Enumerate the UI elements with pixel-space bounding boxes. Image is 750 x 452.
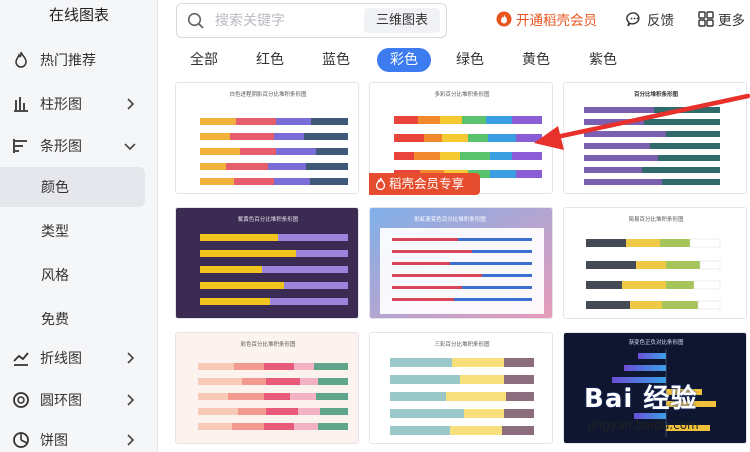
- template-card[interactable]: 紫黄色百分比堆积条形图: [175, 207, 359, 319]
- card-title: 白色进程阴影百分比堆积条形图: [229, 90, 307, 98]
- template-card[interactable]: 三彩百分比堆积条形图: [369, 332, 553, 444]
- search-box[interactable]: 三维图表: [176, 3, 447, 38]
- card-title: 彩色百分比堆积条形图: [240, 340, 296, 348]
- sidebar-item-bar[interactable]: 条形图: [0, 126, 158, 166]
- watermark-url: jingyan.baidu.com: [588, 418, 699, 432]
- baidu-watermark: Bai 经验 jingyan.baidu.com: [572, 372, 750, 452]
- search-tag-3d[interactable]: 三维图表: [363, 8, 440, 33]
- feedback-button[interactable]: 反馈: [626, 9, 674, 29]
- tab-all[interactable]: 全部: [178, 48, 230, 72]
- sidebar-item-label: 条形图: [40, 139, 82, 155]
- vip-label: 开通稻壳会员: [516, 13, 597, 29]
- card-title: 渐变色正负对比条形图: [628, 338, 684, 346]
- tab-purple[interactable]: 紫色: [577, 48, 629, 72]
- donut-icon: [10, 389, 32, 411]
- line-chart-icon: [10, 347, 32, 369]
- sidebar-item-label: 热门推荐: [40, 53, 96, 69]
- fire-badge-icon: [496, 11, 512, 27]
- badge-label: 稻壳会员专享: [389, 176, 465, 191]
- sidebar-item-label: 柱形图: [40, 97, 82, 113]
- template-card[interactable]: 白色进程阴影百分比堆积条形图: [175, 82, 359, 194]
- sidebar-item-donut[interactable]: 圆环图: [0, 380, 158, 420]
- bar-chart-icon: [10, 93, 32, 115]
- sidebar-sub-free[interactable]: 免费: [0, 299, 145, 339]
- search-icon: [187, 12, 204, 29]
- sidebar-item-label: 饼图: [40, 433, 68, 449]
- vip-exclusive-badge: 稻壳会员专享: [369, 173, 480, 195]
- chat-bubble-icon: [626, 11, 643, 28]
- template-card[interactable]: 百分比堆积条形图: [563, 82, 747, 194]
- card-title: 彩虹渐变色百分比堆积条形图: [414, 215, 486, 223]
- feedback-label: 反馈: [647, 13, 674, 29]
- tab-red[interactable]: 红色: [244, 48, 296, 72]
- chevron-right-icon: [127, 394, 135, 406]
- sidebar-item-hot[interactable]: 热门推荐: [0, 40, 158, 80]
- sidebar-item-label: 圆环图: [40, 393, 82, 409]
- grid-icon: [698, 11, 714, 27]
- card-title: 简易百分比堆积条形图: [628, 215, 684, 223]
- more-button[interactable]: 更多: [698, 9, 745, 29]
- horizontal-bar-icon: [10, 135, 32, 157]
- tab-yellow[interactable]: 黄色: [510, 48, 562, 72]
- card-title: 多彩百分比堆积条形图: [434, 90, 490, 98]
- template-card[interactable]: 彩虹渐变色百分比堆积条形图: [369, 207, 553, 319]
- flame-icon: [375, 177, 386, 191]
- sidebar-item-line[interactable]: 折线图: [0, 338, 158, 378]
- search-input[interactable]: [215, 11, 355, 31]
- tab-blue[interactable]: 蓝色: [310, 48, 362, 72]
- sidebar: 在线图表 热门推荐 柱形图 条形图 颜色 类型 风格 免费 折线图 圆环图 饼图: [0, 0, 158, 452]
- watermark-logo: Bai 经验: [584, 384, 698, 414]
- tab-green[interactable]: 绿色: [444, 48, 496, 72]
- fire-icon: [10, 49, 32, 71]
- template-card[interactable]: 彩色百分比堆积条形图: [175, 332, 359, 444]
- sidebar-sub-type[interactable]: 类型: [0, 211, 145, 251]
- chevron-right-icon: [127, 352, 135, 364]
- sidebar-title: 在线图表: [48, 6, 109, 24]
- chevron-right-icon: [127, 98, 135, 110]
- card-title: 三彩百分比堆积条形图: [434, 340, 490, 348]
- sidebar-item-label: 折线图: [40, 351, 82, 367]
- pie-icon: [10, 429, 32, 451]
- template-card[interactable]: 简易百分比堆积条形图: [563, 207, 747, 319]
- sidebar-sub-color[interactable]: 颜色: [0, 167, 145, 207]
- tab-multicolor[interactable]: 彩色: [377, 48, 431, 72]
- card-title: 紫黄色百分比堆积条形图: [238, 215, 299, 223]
- chevron-right-icon: [127, 434, 135, 446]
- sidebar-item-pie[interactable]: 饼图: [0, 420, 158, 452]
- sidebar-sub-style[interactable]: 风格: [0, 255, 145, 295]
- card-title: 百分比堆积条形图: [634, 90, 679, 98]
- more-label: 更多: [718, 13, 745, 29]
- chevron-down-icon: [124, 143, 136, 151]
- vip-button[interactable]: 开通稻壳会员: [496, 9, 597, 29]
- sidebar-item-column[interactable]: 柱形图: [0, 84, 158, 124]
